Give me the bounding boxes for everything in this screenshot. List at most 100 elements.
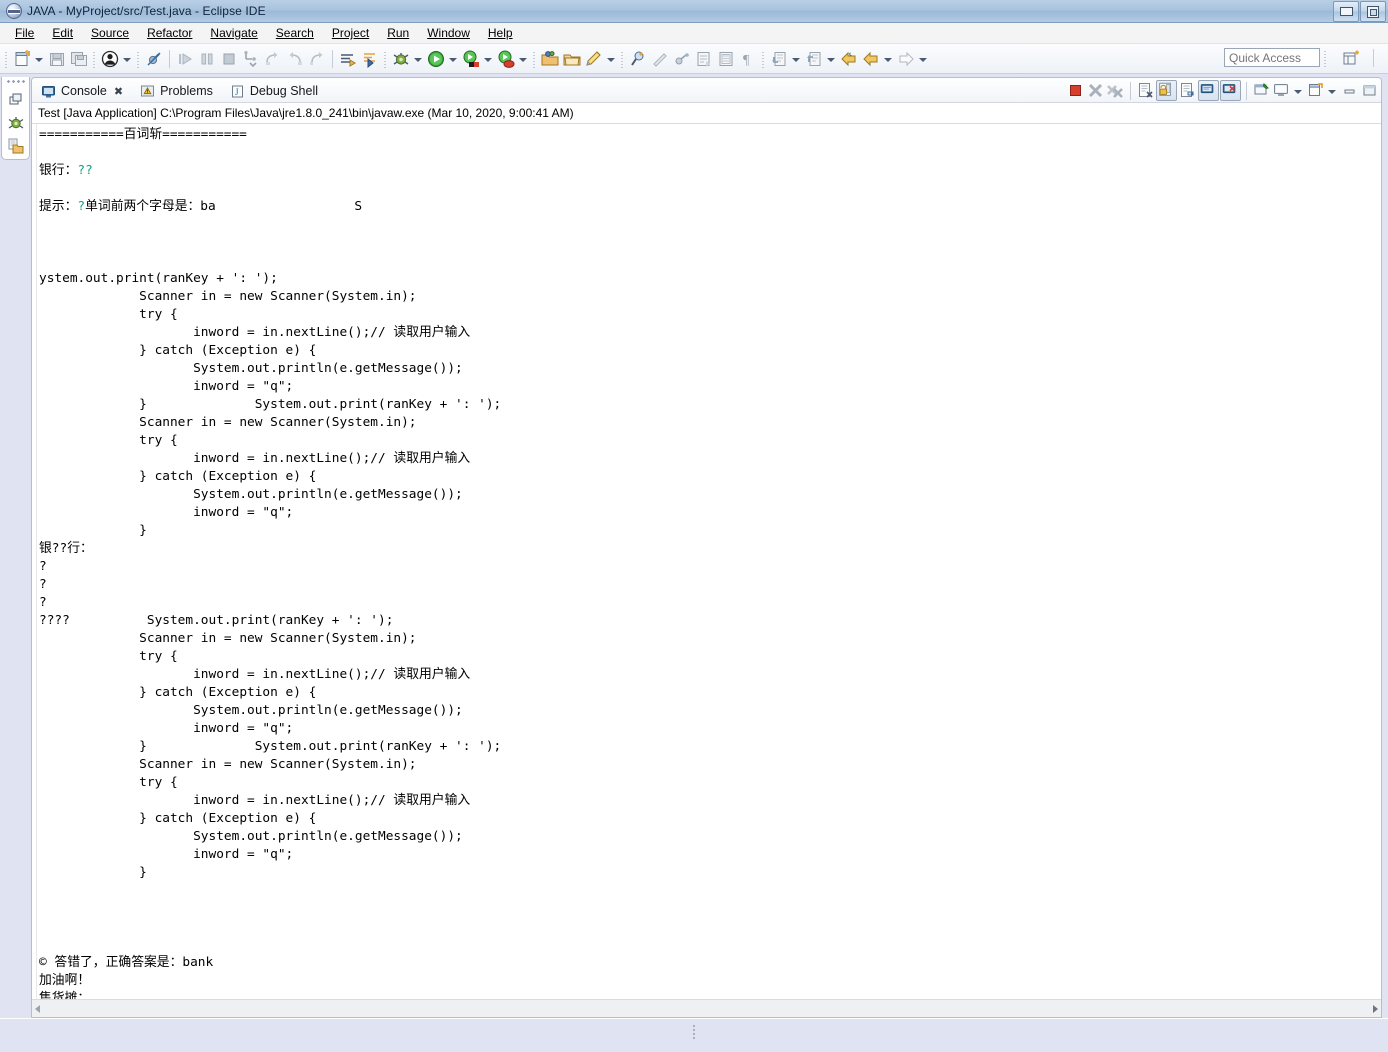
external-tools-icon[interactable]	[496, 49, 516, 69]
window-controls	[1333, 1, 1386, 22]
menu-window[interactable]: Window	[418, 24, 479, 42]
new-wizard-icon[interactable]	[12, 49, 32, 69]
display-selected-console-icon[interactable]	[1272, 81, 1291, 100]
skip-breakpoints-icon[interactable]	[144, 49, 164, 69]
minimize-button[interactable]	[1333, 1, 1359, 22]
console-line: © 答错了，正确答案是：bank	[39, 955, 214, 970]
open-type-icon[interactable]	[628, 49, 648, 69]
back-icon[interactable]	[839, 49, 859, 69]
close-icon[interactable]: ✖	[114, 85, 123, 98]
quick-access-input[interactable]	[1224, 48, 1320, 67]
pin-console-icon[interactable]	[1252, 81, 1271, 100]
scroll-lock-icon[interactable]	[1156, 80, 1177, 101]
svg-text:¶: ¶	[743, 53, 750, 68]
maximize-view-icon[interactable]	[1360, 81, 1379, 100]
word-wrap-icon[interactable]	[1178, 81, 1197, 100]
run-dropdown-arrow[interactable]	[447, 49, 458, 69]
toolbar-grip-4[interactable]	[383, 49, 388, 68]
tab-debug-shell[interactable]: J Debug Shell	[221, 80, 326, 102]
search-icon	[650, 49, 670, 69]
menu-run[interactable]: Run	[378, 24, 418, 42]
scroll-right-arrow[interactable]	[1373, 1004, 1378, 1013]
next-annotation-icon[interactable]	[338, 49, 358, 69]
fast-view-grip[interactable]	[6, 79, 25, 85]
eclipse-icon	[6, 3, 22, 19]
terminate-icon[interactable]	[1066, 81, 1085, 100]
clear-console-icon[interactable]	[1136, 81, 1155, 100]
menu-refactor[interactable]: Refactor	[138, 24, 201, 42]
toolbar-grip-5[interactable]	[532, 49, 537, 68]
toolbar-grip-8[interactable]	[1323, 49, 1328, 67]
open-console-icon[interactable]	[1306, 81, 1325, 100]
console-line: 加油啊！	[39, 973, 91, 988]
debug-perspective-icon[interactable]	[7, 114, 25, 132]
minimize-icon	[1339, 7, 1353, 16]
console-line: }	[39, 523, 147, 538]
restore-view-icon[interactable]	[7, 91, 25, 109]
tab-console[interactable]: Console ✖	[32, 80, 131, 102]
remove-launch-icon[interactable]	[1086, 81, 1105, 100]
coverage-dropdown-arrow[interactable]	[482, 49, 493, 69]
console-horizontal-scrollbar[interactable]	[32, 999, 1381, 1017]
menu-navigate[interactable]: Navigate	[201, 24, 266, 42]
next-edit-dropdown-arrow[interactable]	[825, 49, 836, 69]
external-tools-dropdown-arrow[interactable]	[517, 49, 528, 69]
menu-source[interactable]: Source	[82, 24, 138, 42]
debug-dropdown-arrow[interactable]	[412, 49, 423, 69]
save-icon[interactable]	[47, 49, 67, 69]
console-output-text[interactable]: ===========百词斩=========== 银行：?? 提示：?单词前两…	[37, 124, 1381, 999]
window-titlebar: JAVA - MyProject/src/Test.java - Eclipse…	[0, 0, 1388, 23]
menu-search[interactable]: Search	[267, 24, 323, 42]
new-java-project-icon[interactable]	[540, 49, 560, 69]
remove-all-terminated-icon[interactable]	[1106, 81, 1125, 100]
menu-project[interactable]: Project	[323, 24, 378, 42]
menu-file[interactable]: File	[6, 24, 43, 42]
new-dropdown-arrow[interactable]	[33, 49, 44, 69]
package-explorer-icon[interactable]	[7, 137, 25, 155]
toolbar-grip-3[interactable]	[136, 49, 141, 68]
tab-problems[interactable]: Problems	[131, 80, 221, 102]
coverage-icon[interactable]	[461, 49, 481, 69]
console-line: } catch (Exception e) {	[39, 811, 317, 826]
toolbar-grip-6[interactable]	[620, 49, 625, 68]
person-icon[interactable]	[100, 49, 120, 69]
previous-edit-dropdown-arrow[interactable]	[790, 49, 801, 69]
minimize-view-icon[interactable]	[1340, 81, 1359, 100]
toolbar-grip-7[interactable]	[761, 49, 766, 68]
menu-edit[interactable]: Edit	[43, 24, 82, 42]
console-output-area[interactable]: ===========百词斩=========== 银行：?? 提示：?单词前两…	[32, 124, 1381, 999]
tab-console-label: Console	[61, 84, 107, 98]
window-title: JAVA - MyProject/src/Test.java - Eclipse…	[27, 4, 266, 18]
console-line: } System.out.print(ranKey + ': ');	[39, 739, 502, 754]
display-selected-console-arrow[interactable]	[1292, 81, 1303, 100]
menu-help[interactable]: Help	[479, 24, 522, 42]
back-history-icon[interactable]	[861, 49, 881, 69]
open-console-arrow[interactable]	[1326, 81, 1337, 100]
toolbar-grip[interactable]	[4, 49, 9, 68]
new-class-icon[interactable]	[584, 49, 604, 69]
save-all-icon[interactable]	[69, 49, 89, 69]
show-console-on-error-icon[interactable]	[1220, 80, 1241, 101]
console-line: ?	[39, 595, 47, 610]
previous-annotation-icon[interactable]	[360, 49, 380, 69]
console-line: ===========百词斩===========	[39, 127, 247, 142]
scroll-left-arrow[interactable]	[35, 1004, 40, 1013]
forward-dropdown-arrow[interactable]	[917, 49, 928, 69]
new-class-dropdown-arrow[interactable]	[605, 49, 616, 69]
back-dropdown-arrow[interactable]	[882, 49, 893, 69]
main-toolbar: ¶	[0, 44, 1388, 74]
run-icon[interactable]	[426, 49, 446, 69]
person-dropdown-arrow[interactable]	[121, 49, 132, 69]
open-perspective-icon[interactable]	[1341, 49, 1361, 69]
new-package-icon[interactable]	[562, 49, 582, 69]
restore-button[interactable]	[1360, 1, 1386, 22]
show-console-on-output-icon[interactable]	[1198, 80, 1219, 101]
toolbar-grip-2[interactable]	[92, 49, 97, 68]
debug-icon[interactable]	[391, 49, 411, 69]
svg-text:J: J	[235, 87, 239, 97]
status-bar-grip[interactable]	[692, 1024, 696, 1039]
